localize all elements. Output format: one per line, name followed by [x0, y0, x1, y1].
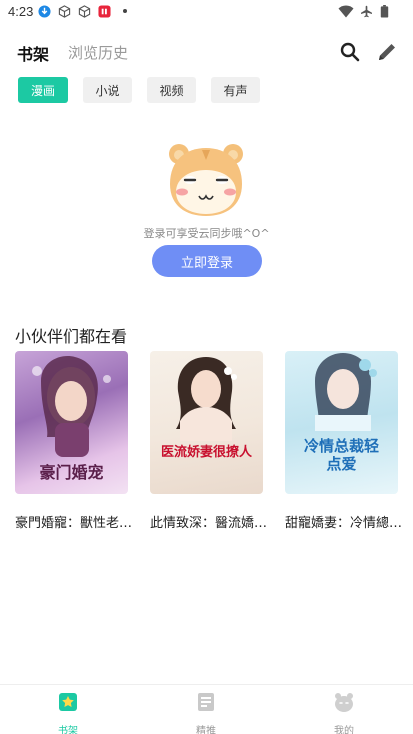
- book-card[interactable]: 豪门婚宠 豪門婚寵：獸性老…: [15, 351, 132, 531]
- login-button[interactable]: 立即登录: [152, 245, 262, 277]
- nav-bookshelf[interactable]: 书架: [38, 691, 98, 734]
- book-title[interactable]: 此情致深：醫流嬌…: [150, 512, 267, 531]
- edit-icon[interactable]: [375, 40, 399, 64]
- filter-comic[interactable]: 漫画: [18, 77, 68, 103]
- notification-dot: [123, 9, 127, 13]
- top-header: 书架 浏览历史: [0, 36, 413, 70]
- book-cover[interactable]: 冷情总裁轻点爱: [285, 351, 398, 494]
- book-cover[interactable]: 豪门婚宠: [15, 351, 128, 494]
- search-icon[interactable]: [338, 40, 362, 64]
- cube-icon: [58, 5, 71, 18]
- nav-label: 书架: [58, 726, 78, 734]
- bookshelf-icon: [59, 693, 77, 711]
- profile-mascot-icon: [335, 693, 353, 712]
- tab-bookshelf[interactable]: 书架: [17, 41, 49, 65]
- filter-novel[interactable]: 小说: [83, 77, 132, 103]
- cover-title-text: 冷情总裁轻点爱: [303, 437, 379, 473]
- airplane-mode-icon: [361, 5, 372, 18]
- wifi-icon: [338, 5, 354, 18]
- nav-label: 精推: [196, 726, 216, 734]
- nav-featured[interactable]: 精推: [176, 691, 236, 734]
- book-card[interactable]: 冷情总裁轻点爱 甜寵嬌妻：冷情總…: [285, 351, 402, 531]
- cover-title-text: 豪门婚宠: [39, 463, 104, 482]
- featured-book-icon: [198, 693, 214, 711]
- book-title[interactable]: 甜寵嬌妻：冷情總…: [285, 512, 402, 531]
- battery-icon: [380, 5, 389, 18]
- cover-illustration-icon: [176, 357, 237, 441]
- section-title: 小伙伴们都在看: [15, 327, 128, 346]
- status-bar: 4:23: [0, 0, 413, 24]
- hamster-mascot-icon: [169, 144, 243, 216]
- book-title[interactable]: 豪門婚寵：獸性老…: [15, 512, 132, 531]
- tab-browsing-history[interactable]: 浏览历史: [68, 42, 128, 63]
- filter-audio[interactable]: 有声: [211, 77, 260, 103]
- download-icon: [38, 5, 51, 18]
- bottom-nav: 书架 精推 我的: [0, 684, 413, 734]
- filter-video[interactable]: 视频: [147, 77, 196, 103]
- book-card[interactable]: 医流娇妻很撩人 此情致深：醫流嬌…: [150, 351, 267, 531]
- book-cover[interactable]: 医流娇妻很撩人: [150, 351, 263, 494]
- cube-icon: [78, 5, 91, 18]
- nav-label: 我的: [334, 726, 354, 734]
- nav-mine[interactable]: 我的: [314, 691, 374, 734]
- login-hint: 登录可享受云同步哦^O^: [143, 227, 270, 240]
- app-notification-icon: [98, 5, 111, 18]
- status-time: 4:23: [8, 4, 34, 19]
- cover-title-text: 医流娇妻很撩人: [160, 445, 252, 460]
